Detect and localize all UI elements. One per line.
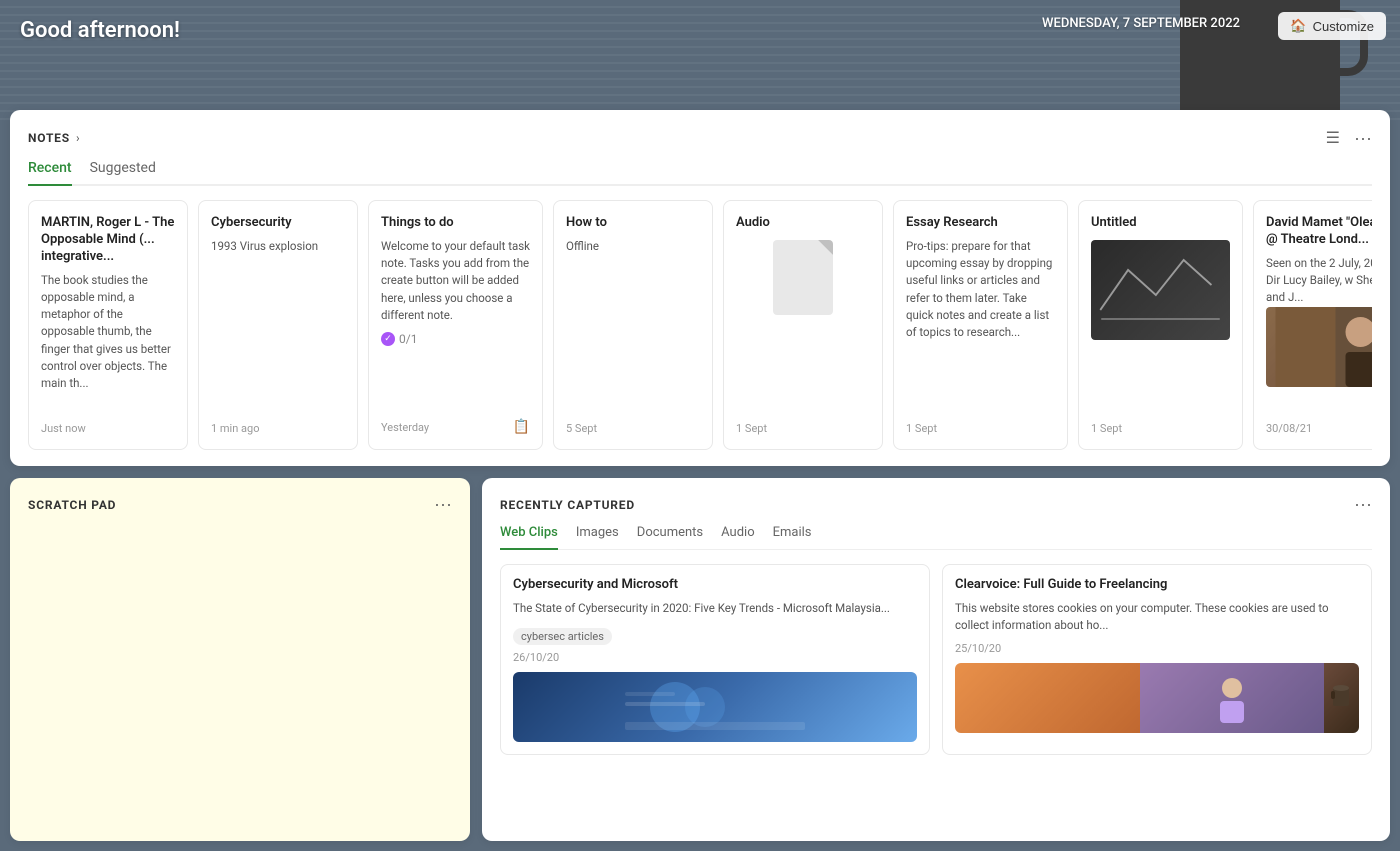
- rc-card-cyber-title: Cybersecurity and Microsoft: [513, 577, 917, 594]
- rc-card-cyber-image: [513, 672, 917, 742]
- recently-captured-header: RECENTLY CAPTURED ···: [500, 494, 1372, 515]
- note-card-david-body: Seen on the 2 July, 2021. Dir Lucy Baile…: [1266, 255, 1372, 307]
- rc-tab-webclips[interactable]: Web Clips: [500, 525, 558, 550]
- notes-cards-container: MARTIN, Roger L - The Opposable Mind (..…: [28, 200, 1372, 450]
- person-image: [1266, 307, 1372, 387]
- bottom-row: SCRATCH PAD ··· RECENTLY CAPTURED ··· We…: [10, 478, 1390, 841]
- rc-card-cybersecurity[interactable]: Cybersecurity and Microsoft The State of…: [500, 564, 930, 755]
- notes-section: NOTES › ☰ ··· Recent Suggested MARTIN, R…: [10, 110, 1390, 466]
- notes-chevron-icon[interactable]: ›: [76, 131, 80, 145]
- note-card-howto-body: Offline: [566, 238, 700, 255]
- note-card-things-title: Things to do: [381, 215, 530, 232]
- note-task-icon: 📋: [513, 419, 530, 435]
- greeting-text: Good afternoon!: [20, 18, 180, 43]
- scratch-pad-header: SCRATCH PAD ···: [28, 494, 452, 515]
- note-card-cybersecurity[interactable]: Cybersecurity 1993 Virus explosion 1 min…: [198, 200, 358, 450]
- rc-tab-emails[interactable]: Emails: [773, 525, 812, 550]
- note-card-things-timestamp: Yesterday: [381, 421, 429, 434]
- note-card-untitled-title: Untitled: [1091, 215, 1230, 232]
- tab-suggested[interactable]: Suggested: [90, 160, 156, 186]
- note-card-david-timestamp: 30/08/21: [1266, 422, 1312, 435]
- notes-tabs: Recent Suggested: [28, 160, 1372, 186]
- note-card-audio-image: [736, 240, 870, 315]
- customize-button[interactable]: 🏠 Customize: [1278, 12, 1386, 40]
- rc-card-clear-image: [955, 663, 1359, 733]
- task-badge: ✓ 0/1: [381, 332, 530, 346]
- note-card-untitled-image: [1091, 240, 1230, 340]
- note-card-audio[interactable]: Audio 1 Sept: [723, 200, 883, 450]
- notes-title-row: NOTES ›: [28, 131, 80, 145]
- task-count: 0/1: [399, 332, 417, 346]
- note-card-how-to[interactable]: How to Offline 5 Sept: [553, 200, 713, 450]
- home-icon: 🏠: [1290, 18, 1306, 34]
- rc-card-clear-body: This website stores cookies on your comp…: [955, 600, 1359, 635]
- note-card-martin-timestamp: Just now: [41, 422, 86, 435]
- note-card-audio-timestamp: 1 Sept: [736, 422, 767, 435]
- file-icon: [773, 240, 833, 315]
- main-content: NOTES › ☰ ··· Recent Suggested MARTIN, R…: [10, 110, 1390, 841]
- note-card-essay-title: Essay Research: [906, 215, 1055, 232]
- scratch-pad-title: SCRATCH PAD: [28, 498, 116, 512]
- note-card-cybersecurity-body: 1993 Virus explosion: [211, 238, 345, 255]
- task-check-icon: ✓: [381, 332, 395, 346]
- rc-card-clear-title: Clearvoice: Full Guide to Freelancing: [955, 577, 1359, 594]
- note-card-things-to-do[interactable]: Things to do Welcome to your default tas…: [368, 200, 543, 450]
- notes-section-title: NOTES: [28, 131, 70, 145]
- rc-card-cyber-body: The State of Cybersecurity in 2020: Five…: [513, 600, 917, 617]
- customize-label: Customize: [1313, 19, 1374, 34]
- notes-list-view-button[interactable]: ☰: [1322, 126, 1344, 150]
- rc-card-clearvoice[interactable]: Clearvoice: Full Guide to Freelancing Th…: [942, 564, 1372, 755]
- note-card-david-title: David Mamet "Oleanna" @ Theatre Lond...: [1266, 215, 1372, 249]
- note-card-martin-title: MARTIN, Roger L - The Opposable Mind (..…: [41, 215, 175, 266]
- note-card-essay-body: Pro-tips: prepare for that upcoming essa…: [906, 238, 1055, 342]
- datetime-display: WEDNESDAY, 7 SEPTEMBER 2022: [1042, 16, 1240, 31]
- dark-image: [1091, 240, 1230, 340]
- tab-recent[interactable]: Recent: [28, 160, 72, 186]
- scratch-pad-more-button[interactable]: ···: [434, 494, 452, 515]
- recently-captured-cards: Cybersecurity and Microsoft The State of…: [500, 564, 1372, 755]
- note-card-essay[interactable]: Essay Research Pro-tips: prepare for tha…: [893, 200, 1068, 450]
- rc-tab-images[interactable]: Images: [576, 525, 619, 550]
- recently-captured-tabs: Web Clips Images Documents Audio Emails: [500, 525, 1372, 550]
- note-card-audio-title: Audio: [736, 215, 870, 232]
- note-card-howto-timestamp: 5 Sept: [566, 422, 597, 435]
- note-card-martin-body: The book studies the opposable mind, a m…: [41, 272, 175, 393]
- notes-more-button[interactable]: ···: [1354, 128, 1372, 149]
- note-card-things-body: Welcome to your default task note. Tasks…: [381, 238, 530, 324]
- rc-card-clear-date: 25/10/20: [955, 642, 1359, 655]
- note-card-essay-timestamp: 1 Sept: [906, 422, 937, 435]
- note-card-martin[interactable]: MARTIN, Roger L - The Opposable Mind (..…: [28, 200, 188, 450]
- recently-captured-more-button[interactable]: ···: [1354, 494, 1372, 515]
- note-card-cybersecurity-title: Cybersecurity: [211, 215, 345, 232]
- note-card-howto-title: How to: [566, 215, 700, 232]
- notes-header: NOTES › ☰ ···: [28, 126, 1372, 150]
- note-card-cybersecurity-timestamp: 1 min ago: [211, 422, 259, 435]
- note-card-david[interactable]: David Mamet "Oleanna" @ Theatre Lond... …: [1253, 200, 1372, 450]
- note-card-untitled[interactable]: Untitled 1 Sept: [1078, 200, 1243, 450]
- recently-captured-section: RECENTLY CAPTURED ··· Web Clips Images D…: [482, 478, 1390, 841]
- scratch-pad-section: SCRATCH PAD ···: [10, 478, 470, 841]
- note-card-untitled-timestamp: 1 Sept: [1091, 422, 1122, 435]
- rc-card-cyber-tag: cybersec articles: [513, 628, 612, 645]
- notes-actions: ☰ ···: [1322, 126, 1372, 150]
- rc-card-cyber-date: 26/10/20: [513, 651, 917, 664]
- rc-tab-documents[interactable]: Documents: [637, 525, 703, 550]
- rc-tab-audio[interactable]: Audio: [721, 525, 754, 550]
- recently-captured-title: RECENTLY CAPTURED: [500, 498, 635, 512]
